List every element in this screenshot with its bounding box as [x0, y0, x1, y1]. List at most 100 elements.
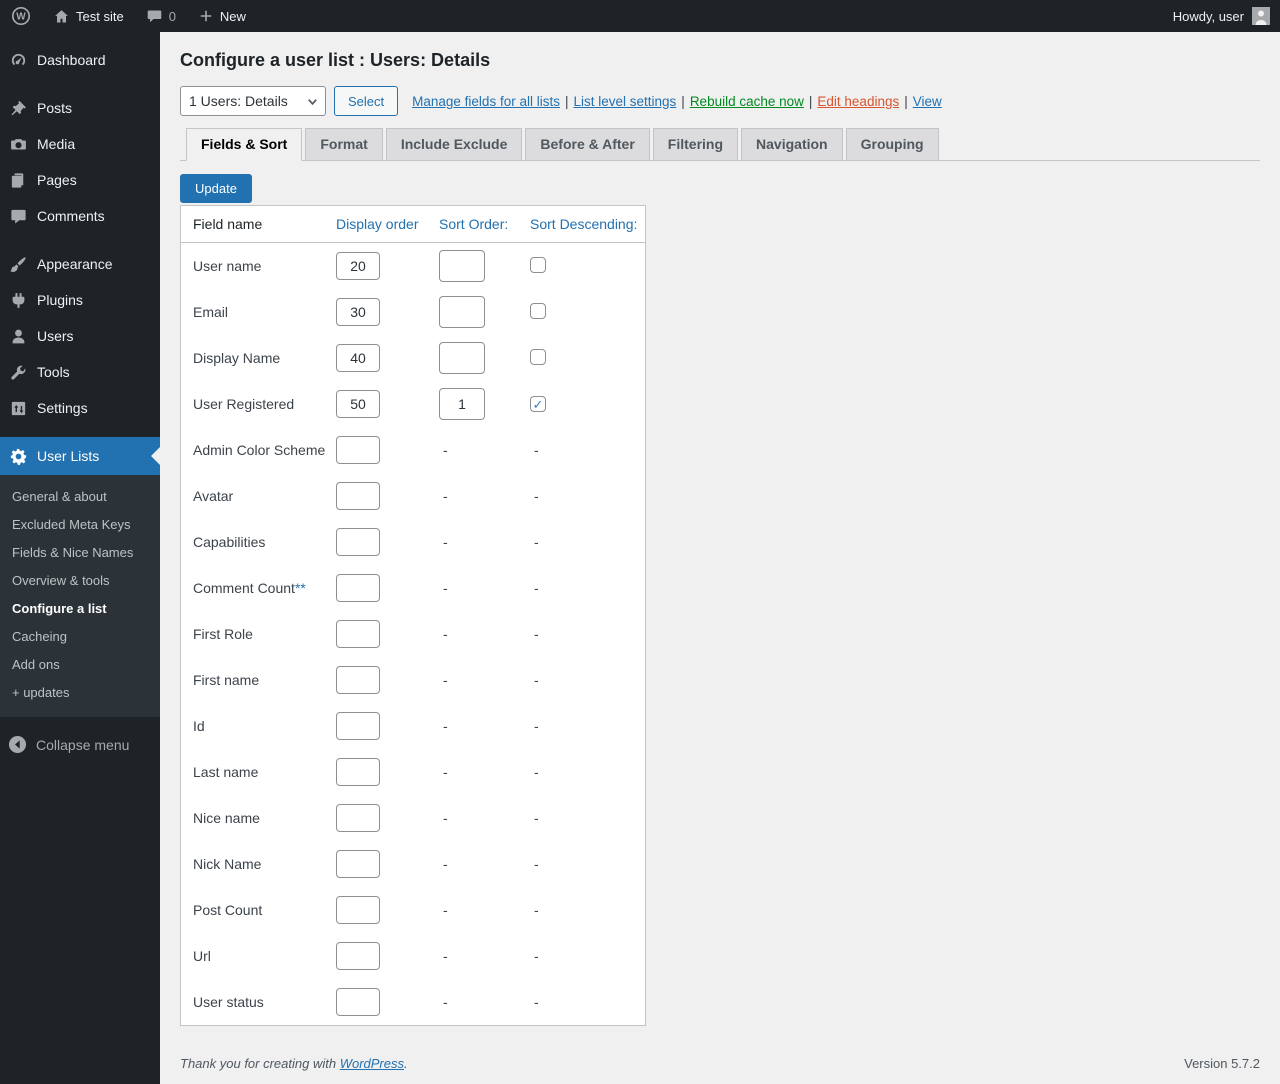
- action-link-list-level-settings[interactable]: List level settings: [573, 94, 676, 109]
- submenu-item-updates[interactable]: + updates: [0, 679, 160, 707]
- field-name-label: Post Count: [181, 902, 336, 918]
- submenu-item-cacheing[interactable]: Cacheing: [0, 623, 160, 651]
- sidebar-item-users[interactable]: Users: [0, 318, 160, 354]
- sidebar-item-comments[interactable]: Comments: [0, 198, 160, 234]
- account-menu[interactable]: Howdy, user: [1173, 7, 1280, 25]
- display-order-cell: [336, 436, 439, 464]
- sidebar-item-tools[interactable]: Tools: [0, 354, 160, 390]
- tab-filtering[interactable]: Filtering: [653, 128, 738, 160]
- sort-descending-cell: -: [530, 488, 645, 504]
- sort-descending-checkbox[interactable]: ✓: [530, 396, 546, 412]
- submenu-item-general-about[interactable]: General & about: [0, 483, 160, 511]
- sidebar-item-label: Appearance: [37, 255, 113, 273]
- sort-order-cell: -: [439, 902, 530, 918]
- sidebar-item-pages[interactable]: Pages: [0, 162, 160, 198]
- display-order-input[interactable]: [336, 942, 380, 970]
- table-row: Nick Name--: [181, 841, 645, 887]
- comments-count: 0: [169, 9, 176, 24]
- display-order-cell: [336, 666, 439, 694]
- link-separator: |: [681, 94, 685, 109]
- sort-descending-cell: -: [530, 718, 645, 734]
- tab-before-after[interactable]: Before & After: [525, 128, 649, 160]
- tab-grouping[interactable]: Grouping: [846, 128, 939, 160]
- sidebar-item-label: Users: [37, 327, 74, 345]
- action-link-manage-fields-for-all-lists[interactable]: Manage fields for all lists: [412, 94, 560, 109]
- display-order-input[interactable]: [336, 482, 380, 510]
- display-order-input[interactable]: [336, 620, 380, 648]
- field-name-label: Nice name: [181, 810, 336, 826]
- tab-format[interactable]: Format: [305, 128, 382, 160]
- wordpress-link[interactable]: WordPress: [340, 1056, 404, 1071]
- tab-bar: Fields & SortFormatInclude ExcludeBefore…: [180, 128, 1260, 161]
- sort-descending-dash: -: [530, 994, 539, 1010]
- page-footer: Thank you for creating with WordPress. V…: [180, 1056, 1260, 1071]
- sort-descending-cell: -: [530, 626, 645, 642]
- list-controls: 1 Users: Details Select Manage fields fo…: [180, 86, 1260, 116]
- sort-order-cell: -: [439, 442, 530, 458]
- sidebar-item-plugins[interactable]: Plugins: [0, 282, 160, 318]
- select-button[interactable]: Select: [334, 86, 398, 116]
- sort-descending-cell: -: [530, 534, 645, 550]
- tab-fields-sort[interactable]: Fields & Sort: [186, 128, 302, 161]
- display-order-input[interactable]: [336, 666, 380, 694]
- sort-descending-checkbox[interactable]: [530, 257, 546, 273]
- sort-order-cell: -: [439, 626, 530, 642]
- list-select[interactable]: 1 Users: Details: [180, 86, 326, 116]
- submenu-item-add-ons[interactable]: Add ons: [0, 651, 160, 679]
- sidebar-item-user-lists[interactable]: User Lists: [0, 437, 160, 475]
- sort-order-cell: -: [439, 764, 530, 780]
- display-order-input[interactable]: [336, 436, 380, 464]
- sidebar-item-posts[interactable]: Posts: [0, 90, 160, 126]
- sort-descending-cell: [530, 349, 645, 368]
- collapse-menu-button[interactable]: Collapse menu: [0, 725, 160, 764]
- tab-navigation[interactable]: Navigation: [741, 128, 843, 160]
- submenu-item-configure-a-list[interactable]: Configure a list: [0, 595, 160, 623]
- sort-order-cell: -: [439, 948, 530, 964]
- new-content-button[interactable]: New: [187, 0, 257, 32]
- sort-order-dash: -: [439, 672, 448, 688]
- display-order-input[interactable]: [336, 804, 380, 832]
- sort-order-input[interactable]: [439, 296, 485, 328]
- sort-order-cell: -: [439, 718, 530, 734]
- display-order-input[interactable]: [336, 712, 380, 740]
- sort-order-input[interactable]: [439, 388, 485, 420]
- plus-icon: [198, 8, 214, 24]
- display-order-input[interactable]: [336, 574, 380, 602]
- active-menu-arrow: [151, 447, 160, 465]
- action-link-edit-headings[interactable]: Edit headings: [817, 94, 899, 109]
- table-row: First Role--: [181, 611, 645, 657]
- submenu-item-fields-nice-names[interactable]: Fields & Nice Names: [0, 539, 160, 567]
- table-row: User name: [181, 243, 645, 289]
- comments-indicator[interactable]: 0: [135, 0, 187, 32]
- update-button[interactable]: Update: [180, 174, 252, 203]
- display-order-input[interactable]: [336, 298, 380, 326]
- display-order-input[interactable]: [336, 390, 380, 418]
- submenu-item-overview-tools[interactable]: Overview & tools: [0, 567, 160, 595]
- wordpress-menu-button[interactable]: W: [0, 0, 42, 32]
- tab-include-exclude[interactable]: Include Exclude: [386, 128, 523, 160]
- sort-order-input[interactable]: [439, 250, 485, 282]
- sort-descending-dash: -: [530, 534, 539, 550]
- field-name-label: User name: [181, 258, 336, 274]
- action-link-view[interactable]: View: [913, 94, 942, 109]
- dashboard-icon: [8, 50, 28, 70]
- display-order-input[interactable]: [336, 344, 380, 372]
- column-header-display-order: Display order: [336, 216, 439, 232]
- action-link-rebuild-cache-now[interactable]: Rebuild cache now: [690, 94, 804, 109]
- display-order-input[interactable]: [336, 988, 380, 1016]
- sidebar-item-dashboard[interactable]: Dashboard: [0, 42, 160, 78]
- display-order-input[interactable]: [336, 896, 380, 924]
- site-link[interactable]: Test site: [42, 0, 135, 32]
- sort-descending-checkbox[interactable]: [530, 303, 546, 319]
- sidebar-item-settings[interactable]: Settings: [0, 390, 160, 426]
- display-order-input[interactable]: [336, 758, 380, 786]
- svg-text:W: W: [16, 12, 26, 23]
- sidebar-item-media[interactable]: Media: [0, 126, 160, 162]
- display-order-input[interactable]: [336, 252, 380, 280]
- display-order-input[interactable]: [336, 850, 380, 878]
- submenu-item-excluded-meta-keys[interactable]: Excluded Meta Keys: [0, 511, 160, 539]
- sort-descending-checkbox[interactable]: [530, 349, 546, 365]
- sidebar-item-appearance[interactable]: Appearance: [0, 246, 160, 282]
- display-order-input[interactable]: [336, 528, 380, 556]
- sort-order-input[interactable]: [439, 342, 485, 374]
